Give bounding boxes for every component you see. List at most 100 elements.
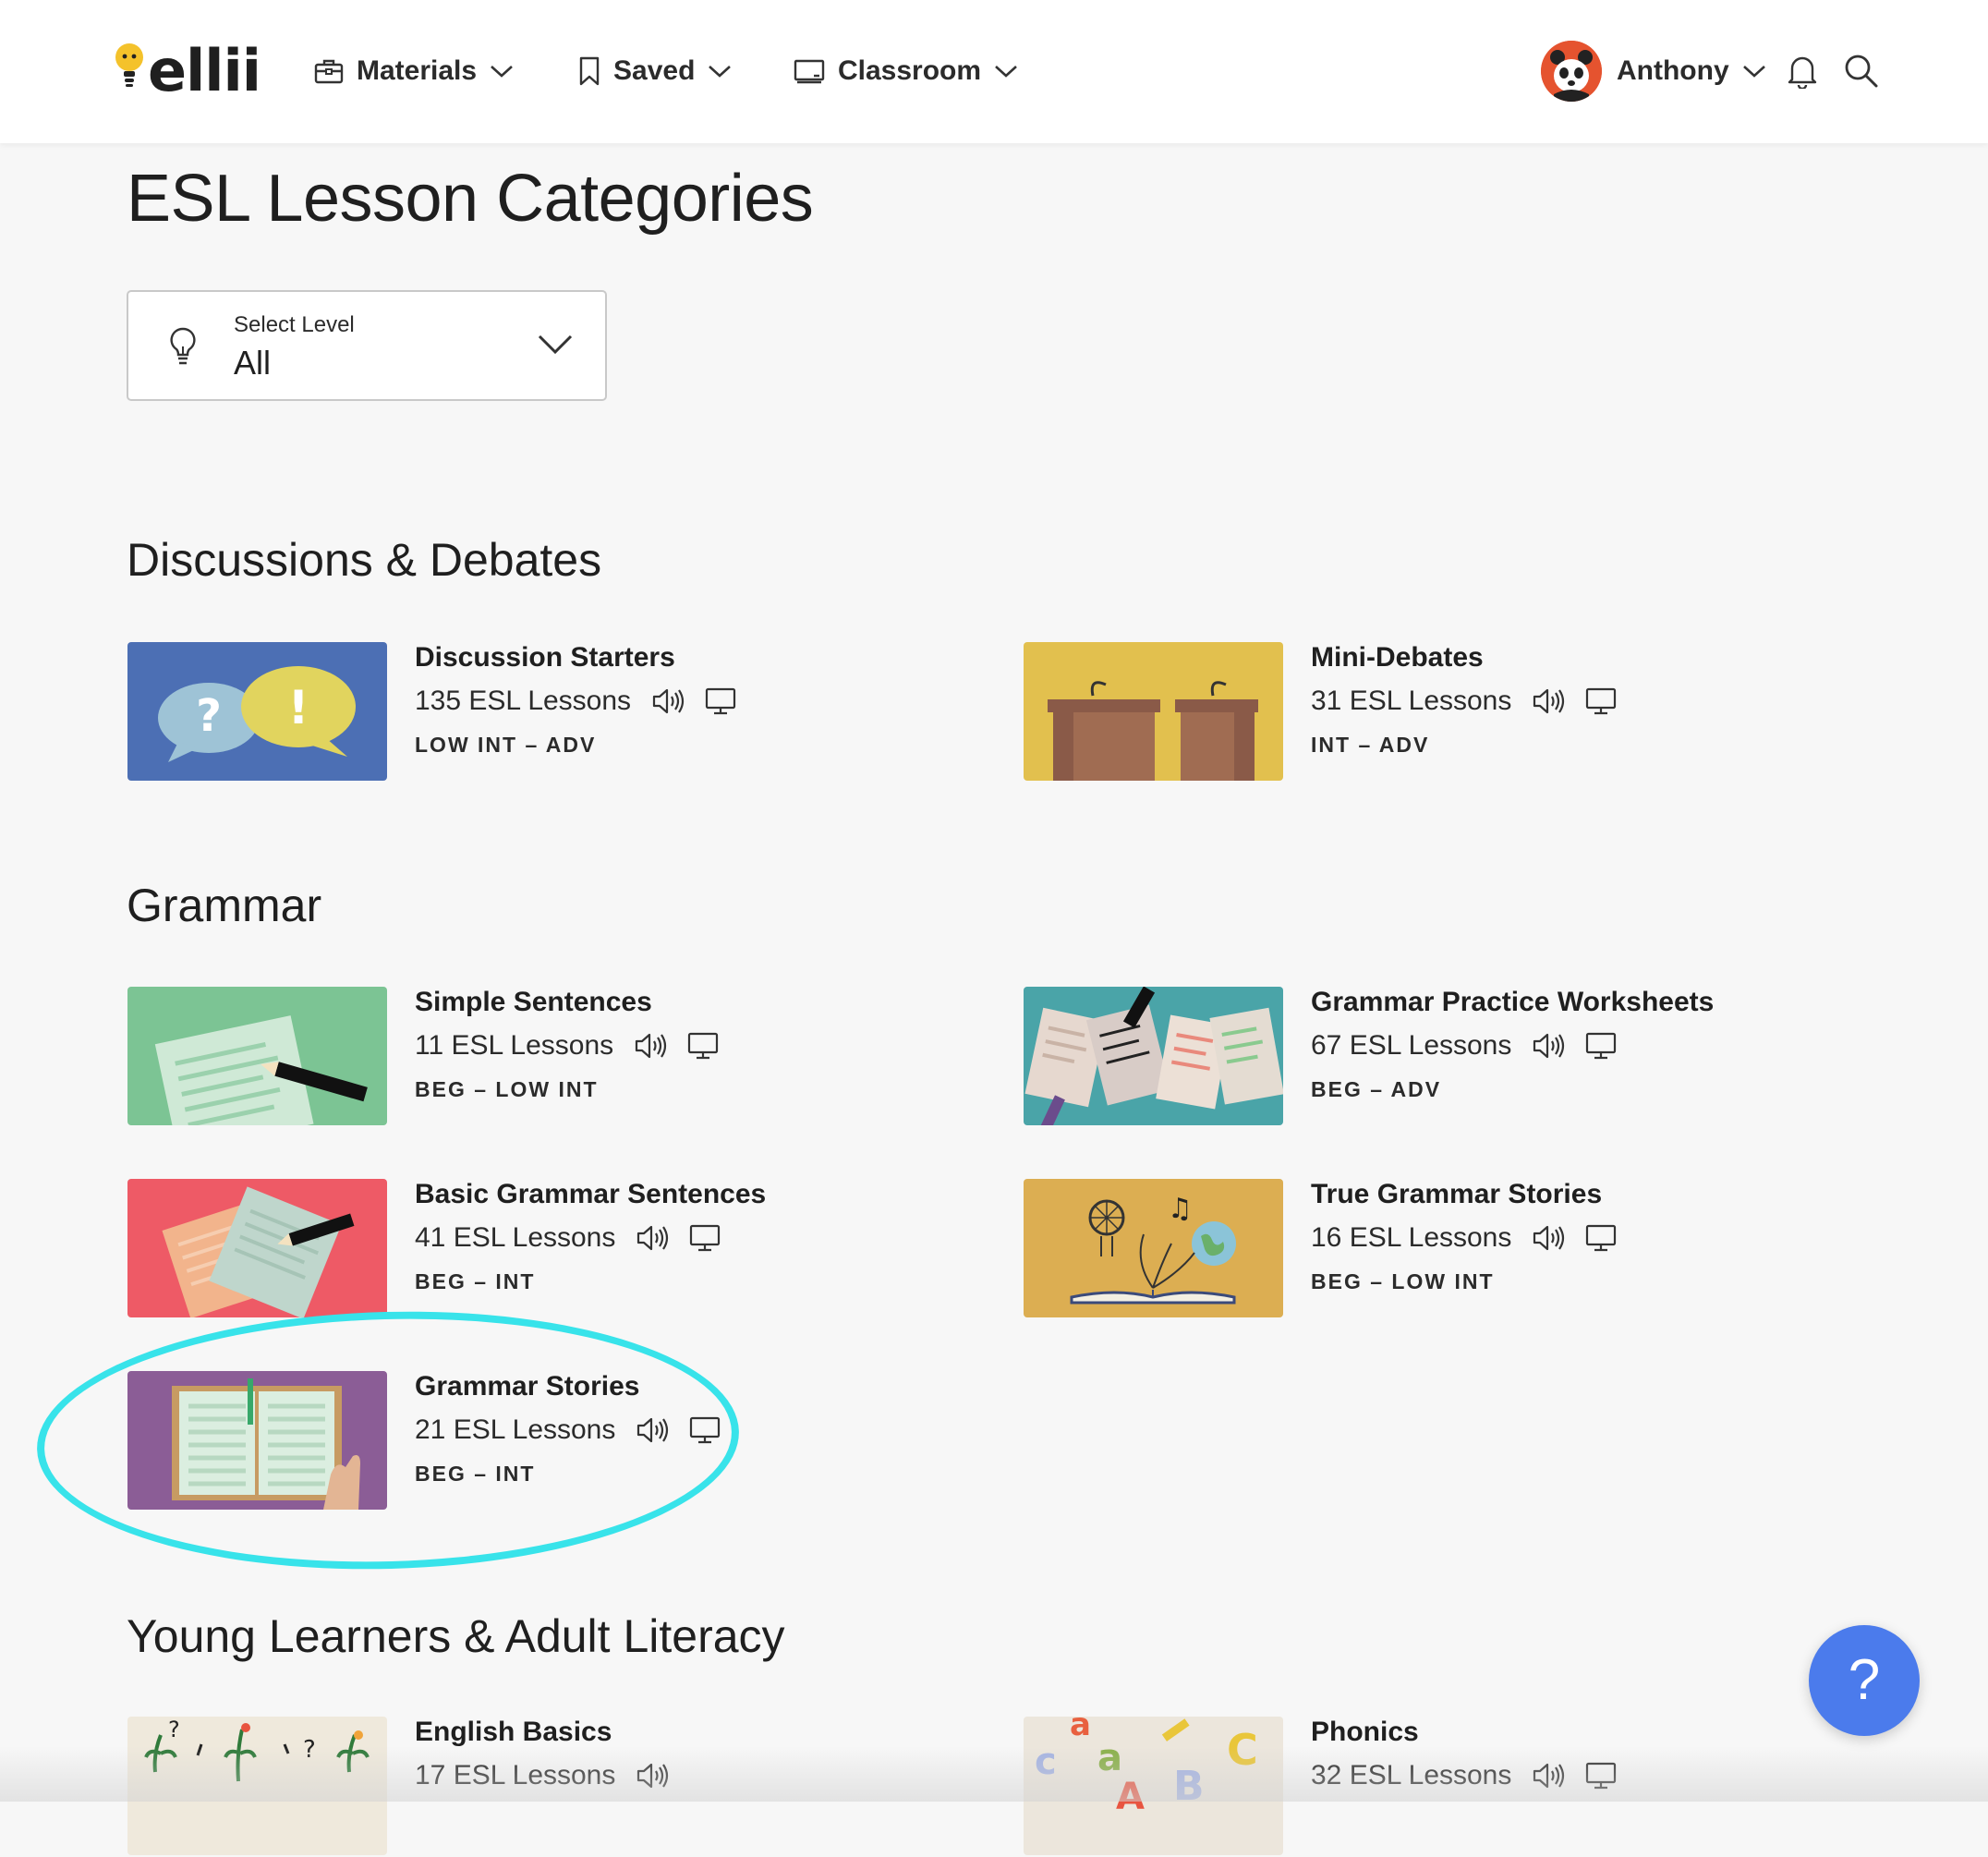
screen-presentation-icon: [688, 1032, 719, 1060]
category-thumbnail: [1024, 642, 1283, 781]
category-name: True Grammar Stories: [1311, 1179, 1603, 1209]
lightbulb-icon: [170, 327, 196, 365]
svg-text:!: !: [288, 681, 309, 734]
audio-speaker-icon: [1533, 1225, 1565, 1251]
category-meta: 31 ESL Lessons: [1311, 683, 1617, 720]
audio-speaker-icon: [637, 1763, 669, 1789]
category-thumbnail: a c a B C A: [1024, 1717, 1283, 1855]
lesson-count: 16 ESL Lessons: [1311, 1222, 1512, 1253]
lightbulb-logo-icon: [113, 42, 146, 100]
nav-materials-label: Materials: [357, 55, 478, 86]
svg-text:♫: ♫: [1168, 1193, 1193, 1225]
category-meta: 67 ESL Lessons: [1311, 1027, 1617, 1064]
lesson-count: 41 ESL Lessons: [415, 1222, 616, 1253]
audio-speaker-icon: [1533, 688, 1565, 714]
category-meta: 17 ESL Lessons: [415, 1757, 669, 1794]
screen-presentation-icon: [1586, 1762, 1617, 1790]
svg-text:a: a: [1070, 1717, 1091, 1743]
category-name: Basic Grammar Sentences: [415, 1179, 767, 1209]
notifications-bell-icon[interactable]: [1787, 54, 1824, 91]
audio-speaker-icon: [1533, 1763, 1565, 1789]
level-select-dropdown[interactable]: Select Level All: [127, 290, 607, 401]
category-thumbnail: ? ?: [127, 1717, 387, 1855]
category-name: Mini-Debates: [1311, 642, 1484, 673]
category-name: Phonics: [1311, 1717, 1419, 1747]
screen-presentation-icon: [690, 1224, 721, 1252]
category-card-true-grammar-stories[interactable]: ♫ True Grammar Stories 16 ESL Lessons BE…: [1024, 1179, 1855, 1319]
level-range: BEG – ADV: [1311, 1077, 1442, 1101]
search-icon[interactable]: [1844, 54, 1881, 91]
classroom-board-icon: [794, 59, 825, 84]
nav-saved[interactable]: Saved: [578, 51, 732, 91]
category-name: Grammar Stories: [415, 1371, 640, 1402]
lesson-count: 31 ESL Lessons: [1311, 686, 1512, 716]
category-card-mini-debates[interactable]: Mini-Debates 31 ESL Lessons INT – ADV: [1024, 642, 1855, 783]
chevron-down-icon: [1742, 66, 1765, 78]
category-name: Grammar Practice Worksheets: [1311, 987, 1715, 1017]
screen-presentation-icon: [1586, 687, 1617, 715]
user-name: Anthony: [1617, 55, 1729, 86]
lesson-count: 67 ESL Lessons: [1311, 1030, 1512, 1061]
audio-speaker-icon: [637, 1417, 669, 1443]
lesson-count: 21 ESL Lessons: [415, 1414, 616, 1445]
category-name: Simple Sentences: [415, 987, 652, 1017]
category-meta: 16 ESL Lessons: [1311, 1220, 1617, 1256]
category-card-phonics[interactable]: a c a B C A Phonics 32 ESL Lessons: [1024, 1717, 1855, 1857]
screen-presentation-icon: [1586, 1032, 1617, 1060]
help-button[interactable]: ?: [1809, 1625, 1920, 1736]
briefcase-icon: [314, 59, 344, 84]
category-thumbnail: [127, 987, 387, 1125]
lesson-count: 135 ESL Lessons: [415, 686, 632, 716]
svg-text:c: c: [1035, 1741, 1057, 1783]
svg-text:B: B: [1173, 1763, 1205, 1810]
logo-wordmark: ellii: [148, 37, 261, 104]
category-thumbnail: [1024, 987, 1283, 1125]
audio-speaker-icon: [1533, 1033, 1565, 1059]
lesson-count: 17 ESL Lessons: [415, 1760, 616, 1790]
chevron-down-icon: [709, 66, 732, 78]
chevron-down-icon: [995, 66, 1017, 78]
category-card-grammar-stories[interactable]: Grammar Stories 21 ESL Lessons BEG – INT: [127, 1371, 959, 1511]
level-select-caption: Select Level: [234, 312, 355, 337]
category-meta: 32 ESL Lessons: [1311, 1757, 1617, 1794]
user-menu[interactable]: Anthony: [1541, 41, 1766, 102]
svg-text:A: A: [1116, 1776, 1145, 1818]
category-card-basic-grammar-sentences[interactable]: Basic Grammar Sentences 41 ESL Lessons B…: [127, 1179, 959, 1319]
svg-text:?: ?: [196, 690, 222, 742]
category-card-simple-sentences[interactable]: Simple Sentences 11 ESL Lessons BEG – LO…: [127, 987, 959, 1127]
category-card-grammar-practice-worksheets[interactable]: Grammar Practice Worksheets 67 ESL Lesso…: [1024, 987, 1855, 1127]
category-thumbnail: [127, 1179, 387, 1317]
category-meta: 135 ESL Lessons: [415, 683, 736, 720]
level-range: BEG – LOW INT: [1311, 1269, 1495, 1293]
category-name: Discussion Starters: [415, 642, 675, 673]
audio-speaker-icon: [637, 1225, 669, 1251]
ellii-logo[interactable]: ellii: [113, 41, 261, 100]
svg-text:?: ?: [168, 1717, 180, 1742]
category-card-discussion-starters[interactable]: ? ! Discussion Starters 135 ESL Lessons …: [127, 642, 959, 783]
category-meta: 11 ESL Lessons: [415, 1027, 719, 1064]
screen-presentation-icon: [690, 1416, 721, 1444]
category-card-english-basics[interactable]: ? ? English Basics 17 ESL Lessons: [127, 1717, 959, 1857]
section-title-young-learners: Young Learners & Adult Literacy: [127, 1610, 785, 1662]
level-range: BEG – LOW INT: [415, 1077, 599, 1101]
level-select-value: All: [234, 344, 272, 382]
lesson-count: 32 ESL Lessons: [1311, 1760, 1512, 1790]
screen-presentation-icon: [705, 687, 736, 715]
level-range: BEG – INT: [415, 1462, 536, 1486]
nav-materials[interactable]: Materials: [314, 51, 514, 91]
svg-text:C: C: [1227, 1725, 1258, 1775]
category-name: English Basics: [415, 1717, 612, 1747]
lesson-count: 11 ESL Lessons: [415, 1030, 614, 1061]
category-meta: 41 ESL Lessons: [415, 1220, 721, 1256]
top-navigation-bar: ellii Materials Saved Classroom Anthony: [0, 0, 1988, 143]
section-title-discussions: Discussions & Debates: [127, 534, 602, 586]
nav-classroom-label: Classroom: [838, 55, 982, 86]
svg-text:a: a: [1097, 1737, 1122, 1779]
category-thumbnail: [127, 1371, 387, 1510]
level-range: BEG – INT: [415, 1269, 536, 1293]
nav-classroom[interactable]: Classroom: [794, 51, 1018, 91]
category-thumbnail: ? !: [127, 642, 387, 781]
avatar: [1541, 41, 1602, 102]
audio-speaker-icon: [636, 1033, 667, 1059]
category-meta: 21 ESL Lessons: [415, 1412, 721, 1449]
